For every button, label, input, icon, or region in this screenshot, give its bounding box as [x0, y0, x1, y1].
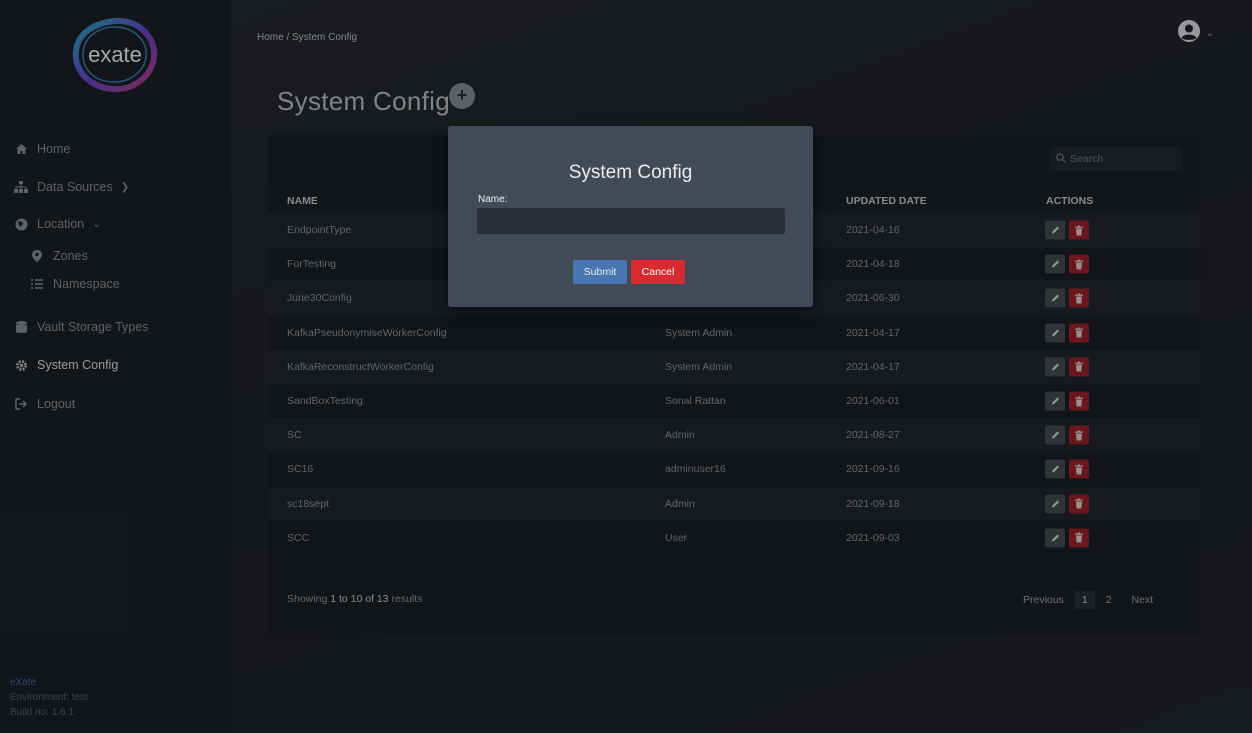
submit-button[interactable]: Submit — [573, 260, 627, 284]
system-config-modal: System Config Name: Submit Cancel — [448, 126, 813, 307]
name-input[interactable] — [477, 208, 785, 234]
cancel-button[interactable]: Cancel — [631, 260, 685, 284]
modal-backdrop[interactable] — [0, 0, 1252, 733]
name-label: Name: — [478, 194, 508, 205]
modal-title: System Config — [568, 162, 693, 183]
